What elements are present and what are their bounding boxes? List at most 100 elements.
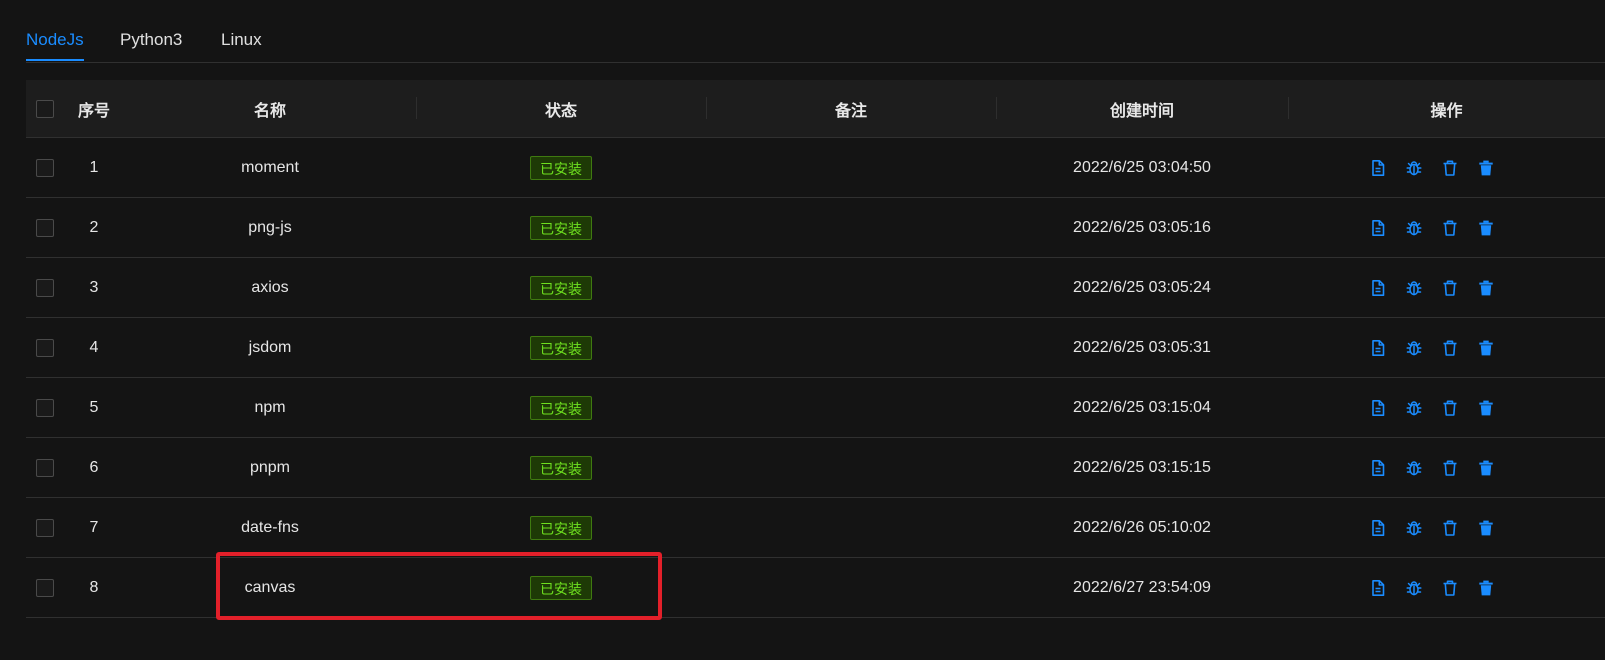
log-icon[interactable] (1369, 339, 1387, 357)
row-actions (1288, 318, 1605, 377)
row-checkbox-cell (26, 498, 64, 557)
header-checkbox-cell (26, 80, 64, 137)
uninstall-icon[interactable] (1441, 459, 1459, 477)
row-status-cell: 已安装 (416, 258, 706, 317)
row-checkbox-cell (26, 138, 64, 197)
row-name: png-js (248, 218, 292, 236)
uninstall-icon[interactable] (1441, 279, 1459, 297)
status-badge: 已安装 (530, 575, 592, 600)
uninstall-icon[interactable] (1441, 339, 1459, 357)
action-icons (1369, 579, 1495, 597)
log-icon[interactable] (1369, 519, 1387, 537)
status-badge: 已安装 (530, 215, 592, 240)
delete-icon[interactable] (1477, 459, 1495, 477)
row-note (706, 318, 996, 377)
row-actions (1288, 258, 1605, 317)
uninstall-icon[interactable] (1441, 219, 1459, 237)
status-badge: 已安装 (530, 455, 592, 480)
log-icon[interactable] (1369, 219, 1387, 237)
debug-icon[interactable] (1405, 399, 1423, 417)
table-row: 3 axios 已安装 2022/6/25 03:05:24 (26, 258, 1605, 318)
action-icons (1369, 279, 1495, 297)
select-all-checkbox[interactable] (36, 99, 54, 118)
row-checkbox-cell (26, 438, 64, 497)
tab-linux[interactable]: Linux (221, 30, 262, 60)
row-index: 7 (89, 518, 99, 536)
delete-icon[interactable] (1477, 579, 1495, 597)
row-created-time: 2022/6/25 03:04:50 (1073, 158, 1211, 176)
row-checkbox[interactable] (36, 578, 54, 597)
debug-icon[interactable] (1405, 579, 1423, 597)
row-status-cell: 已安装 (416, 498, 706, 557)
row-status-cell: 已安装 (416, 198, 706, 257)
dependency-table: 序号 名称 状态 备注 创建时间 操作 1 moment 已安装 2022/6/25 … (26, 80, 1605, 618)
row-checkbox[interactable] (36, 458, 54, 477)
delete-icon[interactable] (1477, 159, 1495, 177)
status-badge: 已安装 (530, 395, 592, 420)
log-icon[interactable] (1369, 279, 1387, 297)
debug-icon[interactable] (1405, 339, 1423, 357)
action-icons (1369, 159, 1495, 177)
row-note (706, 198, 996, 257)
row-checkbox[interactable] (36, 278, 54, 297)
status-badge: 已安装 (530, 155, 592, 180)
debug-icon[interactable] (1405, 519, 1423, 537)
delete-icon[interactable] (1477, 519, 1495, 537)
debug-icon[interactable] (1405, 279, 1423, 297)
tab-nodejs[interactable]: NodeJs (26, 30, 84, 61)
debug-icon[interactable] (1405, 459, 1423, 477)
row-checkbox[interactable] (36, 218, 54, 237)
row-created-time: 2022/6/25 03:05:24 (1073, 278, 1211, 296)
row-created-time: 2022/6/26 05:10:02 (1073, 518, 1211, 536)
debug-icon[interactable] (1405, 159, 1423, 177)
delete-icon[interactable] (1477, 219, 1495, 237)
row-checkbox-cell (26, 318, 64, 377)
delete-icon[interactable] (1477, 399, 1495, 417)
row-checkbox-cell (26, 378, 64, 437)
column-header-status: 状态 (416, 80, 706, 137)
row-created-time: 2022/6/27 23:54:09 (1073, 578, 1211, 596)
row-note (706, 258, 996, 317)
log-icon[interactable] (1369, 399, 1387, 417)
row-note (706, 558, 996, 617)
log-icon[interactable] (1369, 579, 1387, 597)
dependencies-page: NodeJs Python3 Linux 序号 名称 状态 备注 创建时间 操作… (0, 0, 1605, 660)
status-badge: 已安装 (530, 515, 592, 540)
row-checkbox[interactable] (36, 158, 54, 177)
row-checkbox[interactable] (36, 338, 54, 357)
row-status-cell: 已安装 (416, 558, 706, 617)
row-checkbox-cell (26, 258, 64, 317)
table-row: 8 canvas 已安装 2022/6/27 23:54:09 (26, 558, 1605, 618)
table-row: 1 moment 已安装 2022/6/25 03:04:50 (26, 138, 1605, 198)
uninstall-icon[interactable] (1441, 159, 1459, 177)
row-created-time: 2022/6/25 03:05:16 (1073, 218, 1211, 236)
debug-icon[interactable] (1405, 219, 1423, 237)
log-icon[interactable] (1369, 459, 1387, 477)
row-actions (1288, 378, 1605, 437)
row-actions (1288, 498, 1605, 557)
table-row: 7 date-fns 已安装 2022/6/26 05:10:02 (26, 498, 1605, 558)
uninstall-icon[interactable] (1441, 519, 1459, 537)
row-checkbox[interactable] (36, 398, 54, 417)
row-created-time: 2022/6/25 03:15:15 (1073, 458, 1211, 476)
row-name: npm (254, 398, 286, 416)
column-header-index: 序号 (77, 102, 110, 120)
tab-python3[interactable]: Python3 (120, 30, 182, 60)
row-actions (1288, 438, 1605, 497)
row-note (706, 378, 996, 437)
table-row: 6 pnpm 已安装 2022/6/25 03:15:15 (26, 438, 1605, 498)
status-badge: 已安装 (530, 275, 592, 300)
row-name: date-fns (241, 518, 299, 536)
log-icon[interactable] (1369, 159, 1387, 177)
column-header-name: 名称 (253, 102, 286, 120)
row-name: moment (241, 158, 299, 176)
row-index: 6 (89, 458, 99, 476)
uninstall-icon[interactable] (1441, 579, 1459, 597)
action-icons (1369, 519, 1495, 537)
status-badge: 已安装 (530, 335, 592, 360)
delete-icon[interactable] (1477, 339, 1495, 357)
delete-icon[interactable] (1477, 279, 1495, 297)
row-checkbox[interactable] (36, 518, 54, 537)
uninstall-icon[interactable] (1441, 399, 1459, 417)
column-header-ops: 操作 (1288, 80, 1605, 137)
